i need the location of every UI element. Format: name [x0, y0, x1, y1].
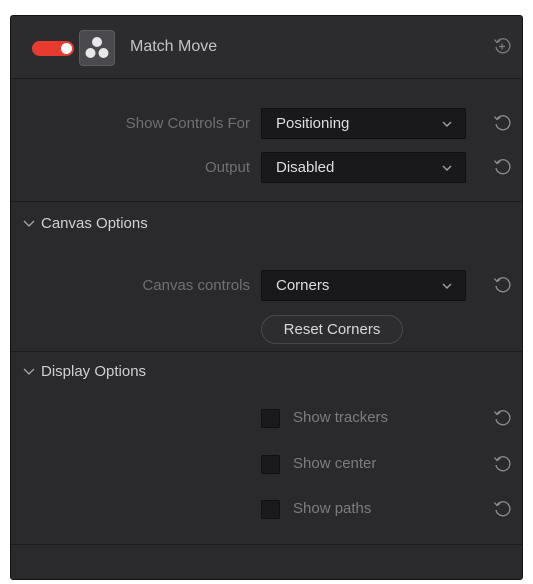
toggle-knob	[61, 43, 72, 54]
display-options-header[interactable]: Display Options	[21, 362, 146, 382]
chevron-down-icon	[442, 121, 452, 127]
show-controls-for-label: Show Controls For	[125, 115, 250, 132]
reset-icon[interactable]	[492, 275, 512, 295]
chevron-down-icon	[23, 220, 35, 227]
show-paths-label: Show paths	[293, 500, 372, 517]
chevron-down-icon	[442, 283, 452, 289]
dropdown-value: Positioning	[276, 115, 350, 132]
chevron-down-icon	[442, 165, 452, 171]
reset-icon[interactable]	[492, 499, 512, 519]
effect-header: Match Move	[11, 16, 522, 78]
canvas-options-section: Canvas Options Canvas controls Corners R…	[11, 201, 522, 351]
show-center-label: Show center	[293, 455, 377, 472]
controls-section: Show Controls For Positioning Output Dis…	[11, 78, 522, 201]
effect-title: Match Move	[130, 38, 218, 55]
reset-icon[interactable]	[492, 157, 512, 177]
show-controls-for-dropdown[interactable]: Positioning	[261, 108, 466, 139]
show-trackers-label: Show trackers	[293, 409, 389, 426]
davinci-resolve-logo-icon	[79, 30, 115, 66]
dropdown-value: Disabled	[276, 159, 335, 176]
inspector-panel: Match Move Show Controls For Positioning…	[10, 15, 523, 580]
output-label: Output	[204, 159, 250, 176]
canvas-options-title: Canvas Options	[41, 215, 148, 232]
display-options-title: Display Options	[41, 363, 147, 380]
canvas-controls-label: Canvas controls	[142, 277, 250, 294]
display-options-section: Display Options Show trackers Show cente…	[11, 351, 522, 544]
effect-enable-toggle[interactable]	[32, 41, 74, 56]
canvas-options-header[interactable]: Canvas Options	[21, 214, 148, 234]
reset-icon[interactable]	[492, 113, 512, 133]
canvas-controls-dropdown[interactable]: Corners	[261, 270, 466, 301]
dropdown-value: Corners	[276, 277, 330, 294]
reset-icon[interactable]	[492, 408, 512, 428]
show-trackers-checkbox[interactable]	[261, 409, 280, 428]
reset-icon[interactable]	[492, 454, 512, 474]
reset-corners-button[interactable]: Reset Corners	[261, 315, 403, 344]
show-center-checkbox[interactable]	[261, 455, 280, 474]
output-dropdown[interactable]: Disabled	[261, 152, 466, 183]
show-paths-checkbox[interactable]	[261, 500, 280, 519]
chevron-down-icon	[23, 368, 35, 375]
footer-section	[11, 544, 522, 579]
add-keyframe-icon[interactable]	[492, 36, 512, 56]
